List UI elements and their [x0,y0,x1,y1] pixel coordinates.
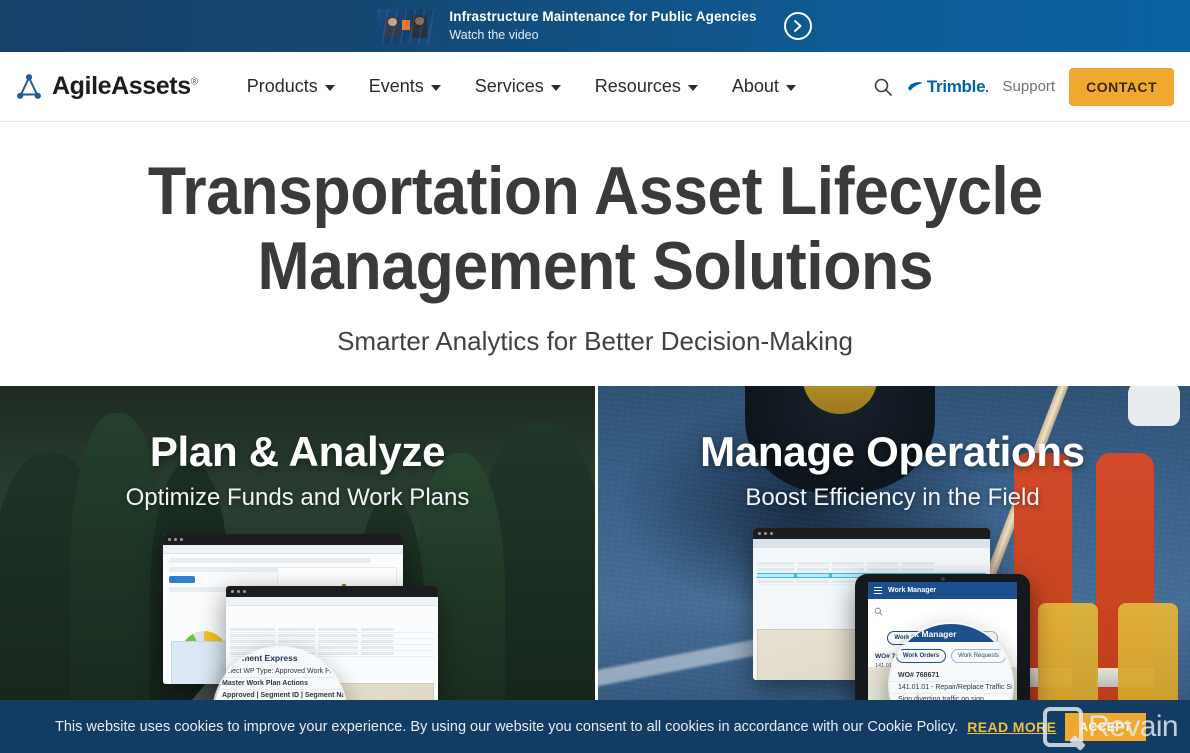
trimble-label: Trimble. [926,76,989,96]
nav-item-products[interactable]: Products [230,68,352,105]
promo-title: Infrastructure Maintenance for Public Ag… [449,8,757,24]
trimble-swoosh-icon [907,82,923,91]
promo-subtitle: Watch the video [449,27,539,42]
chevron-down-icon [550,85,561,91]
lens-order-desc: 141.01.01 - Repair/Replace Traffic Signs [890,682,1012,694]
hero-title-line1: Transportation Asset Lifecycle [147,153,1043,229]
lens-tab-work-orders: Work Orders [895,649,947,663]
cookie-banner: This website uses cookies to improve you… [0,700,1190,753]
panel-subtitle: Boost Efficiency in the Field [745,484,1040,511]
main-navigation: AgileAssets® Products Events Services Re… [0,52,1190,122]
nav-links: Products Events Services Resources About [230,68,813,105]
panel-title: Plan & Analyze [149,428,446,475]
chevron-down-icon [687,85,698,91]
panel-title: Manage Operations [700,428,1085,475]
lens-row: Select WP Type: Approved Work Plan [214,666,346,678]
nav-item-about[interactable]: About [715,68,813,105]
nav-item-events[interactable]: Events [352,68,458,105]
brand-logo[interactable]: AgileAssets® [14,72,198,102]
lens-order-id: WO# 768671 [890,670,1012,682]
brand-name: AgileAssets® [52,72,198,100]
support-link[interactable]: Support [1003,78,1056,95]
tablet-app-title: Work Manager [888,587,937,594]
page-title: Transportation Asset Lifecycle Managemen… [148,157,1043,300]
panel-manage-operations[interactable]: Manage Operations Boost Efficiency in th… [595,386,1190,753]
nav-item-resources[interactable]: Resources [578,68,715,105]
panel-divider [595,385,598,752]
nav-label: Services [474,76,544,96]
hamburger-menu-icon[interactable] [874,587,882,594]
contact-button[interactable]: CONTACT [1069,67,1174,106]
chevron-down-icon [324,85,335,91]
revain-watermark: Revain [1043,707,1179,747]
panel-subtitle: Optimize Funds and Work Plans [125,484,470,511]
promo-banner[interactable]: Infrastructure Maintenance for Public Ag… [0,0,1190,52]
nav-item-services[interactable]: Services [458,68,578,105]
lens-row: Master Work Plan Actions [214,678,346,690]
agileassets-node-logo [17,73,41,99]
hero-subtitle: Smarter Analytics for Better Decision-Ma… [337,326,853,356]
panel-plan-analyze[interactable]: Plan & Analyze Optimize Funds and Work P… [0,386,595,753]
search-icon[interactable] [874,607,883,616]
chevron-right-circle-icon[interactable] [783,12,812,40]
hero-title-line2: Management Solutions [257,228,933,304]
chevron-down-icon [430,85,441,91]
search-icon[interactable] [873,77,893,97]
trimble-logo[interactable]: Trimble. [907,77,989,97]
nav-label: Resources [594,76,681,96]
cookie-message: This website uses cookies to improve you… [55,718,959,735]
video-thumbnail[interactable] [378,8,436,44]
revain-label: Revain [1088,710,1178,743]
chevron-down-icon [785,85,796,91]
hero-header: Transportation Asset Lifecycle Managemen… [0,122,1190,386]
revain-logo-icon [1043,707,1084,747]
nav-label: About [731,76,779,96]
lens-tab-work-requests: Work Requests [951,649,1007,663]
nav-label: Products [246,76,318,96]
nav-label: Events [368,76,424,96]
